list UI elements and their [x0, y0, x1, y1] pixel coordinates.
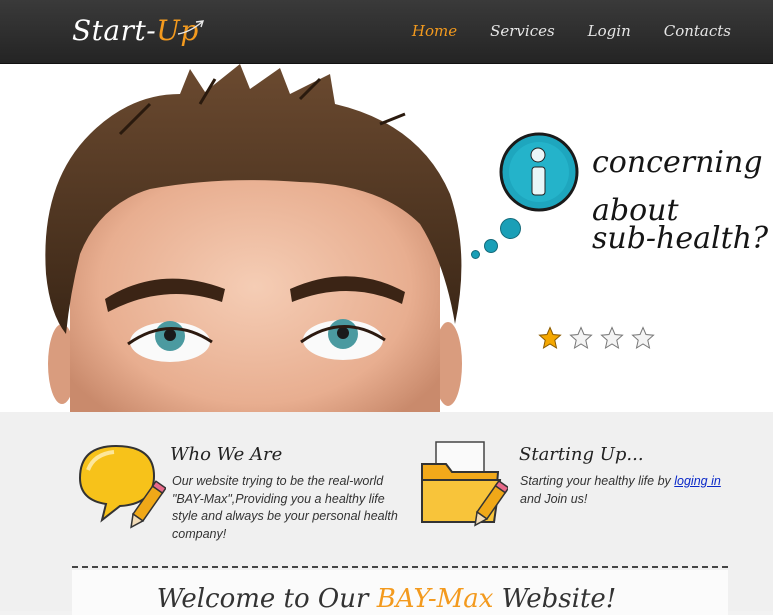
welcome-before: Welcome to Our [156, 584, 377, 614]
nav-services[interactable]: Services [490, 22, 555, 40]
start-text: Starting your healthy life by loging in … [520, 473, 750, 508]
main-nav: Home Services Login Contacts [412, 22, 731, 40]
star-icon-empty[interactable] [569, 326, 593, 350]
nav-login[interactable]: Login [588, 22, 631, 40]
start-title: Starting Up... [519, 444, 644, 465]
folder-pencil-icon [421, 441, 508, 527]
star-icon-filled[interactable] [538, 326, 562, 350]
welcome-after: Website! [493, 584, 617, 614]
info-section: Who We Are Our website trying to be the … [0, 412, 773, 615]
who-title: Who We Are [170, 444, 283, 465]
hero-line-1: concerning [592, 145, 763, 180]
login-link[interactable]: loging in [674, 474, 721, 488]
logo-arrow-icon [177, 20, 205, 35]
welcome-accent: BAY-Max [376, 584, 494, 614]
hero-line-3: sub-health? [592, 221, 769, 256]
welcome-heading: Welcome to Our BAY-Max Website! [0, 584, 773, 614]
info-icon [499, 132, 579, 212]
nav-home[interactable]: Home [412, 22, 457, 40]
start-text-after: and Join us! [520, 491, 588, 506]
header-bar: Start-Up Home Services Login Contacts [0, 0, 773, 64]
logo-text: Start- [72, 14, 157, 47]
start-text-before: Starting your healthy life by [520, 474, 675, 488]
star-icon-empty[interactable] [600, 326, 624, 350]
hero-portrait-image [45, 64, 462, 412]
thought-dot-small [471, 250, 480, 259]
who-text: Our website trying to be the real-world … [172, 474, 398, 541]
hero-banner: concerning about sub-health? [0, 64, 773, 412]
speech-bubble-pencil-icon [78, 444, 166, 529]
star-rating [538, 326, 655, 350]
thought-dot-medium [484, 239, 498, 253]
dashed-divider [72, 566, 728, 568]
star-icon-empty[interactable] [631, 326, 655, 350]
thought-dot-large [500, 218, 521, 239]
nav-contacts[interactable]: Contacts [664, 22, 731, 40]
